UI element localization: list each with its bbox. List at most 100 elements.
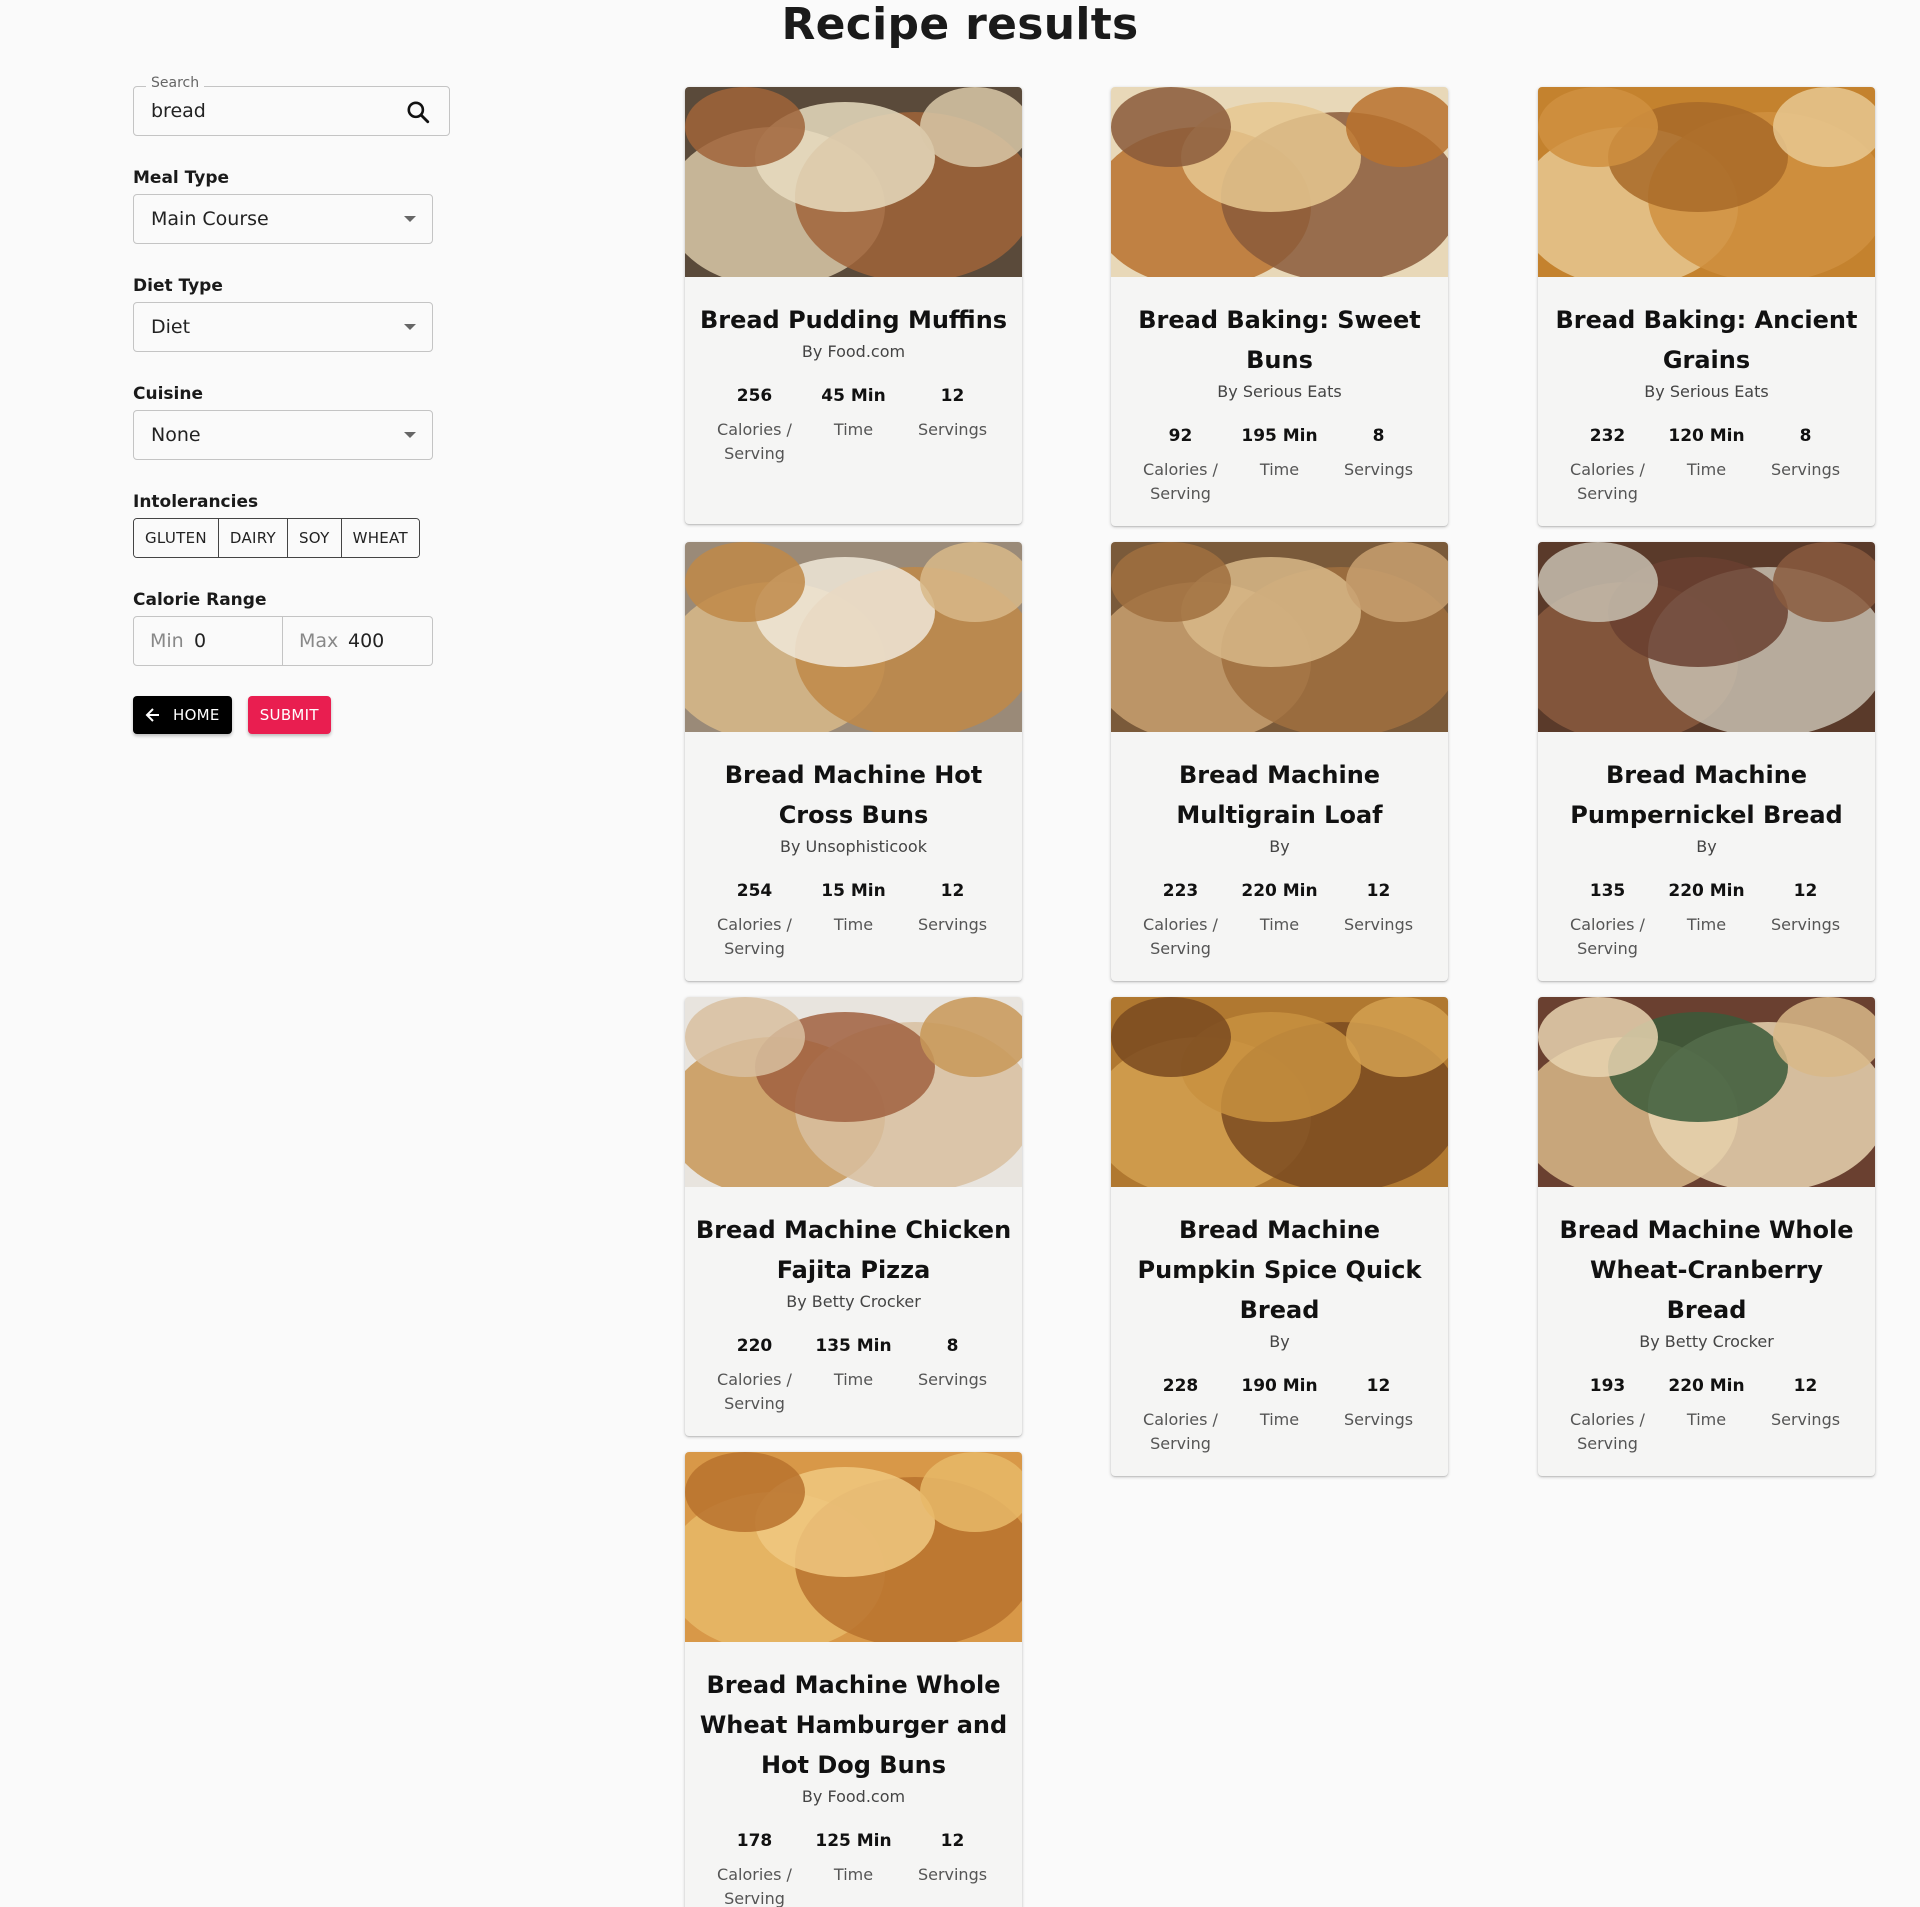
search-input[interactable] <box>146 97 396 125</box>
servings-value: 12 <box>940 386 965 406</box>
servings-stat: 12 Servings <box>908 1831 998 1907</box>
servings-label: Servings <box>1770 460 1841 479</box>
toggle-soy[interactable]: SOY <box>286 519 341 557</box>
calorie-range: Min 0 Max 400 <box>133 616 433 666</box>
servings-stat: 12 Servings <box>1761 881 1851 961</box>
time-value: 190 Min <box>1241 1376 1318 1396</box>
time-label: Time <box>1686 1410 1727 1429</box>
filter-sidebar: Search Meal Type Main Course Diet Type D… <box>133 70 453 734</box>
recipe-title: Bread Baking: Sweet Buns <box>1138 306 1421 374</box>
recipe-source: By <box>1269 1332 1290 1351</box>
recipe-source: By Food.com <box>801 342 906 361</box>
time-value: 45 Min <box>821 386 886 406</box>
time-stat: 195 Min Time <box>1235 426 1325 506</box>
servings-stat: 8 Servings <box>1334 426 1424 506</box>
servings-value: 8 <box>1799 426 1812 446</box>
calories-stat: 135 Calories / Serving <box>1563 881 1653 961</box>
recipe-card-9[interactable]: Bread Machine Whole Wheat-Cranberry Brea… <box>1538 997 1875 1476</box>
recipe-card-3[interactable]: Bread Baking: Ancient Grains By Serious … <box>1538 87 1875 526</box>
servings-value: 8 <box>1372 426 1385 446</box>
home-button-label: HOME <box>173 706 220 724</box>
time-value: 125 Min <box>815 1831 892 1851</box>
servings-label: Servings <box>1343 460 1414 479</box>
diet-type-select[interactable]: Diet <box>133 302 433 352</box>
recipe-card-5[interactable]: Bread Machine Multigrain Loaf By 223 Cal… <box>1111 542 1448 981</box>
calories-label: Calories / Serving <box>1143 915 1218 958</box>
recipe-stats: 220 Calories / Serving 135 Min Time 8 Se… <box>705 1336 1002 1416</box>
recipe-title: Bread Machine Hot Cross Buns <box>724 761 983 829</box>
servings-label: Servings <box>917 915 988 934</box>
servings-label: Servings <box>1343 915 1414 934</box>
time-label: Time <box>833 1865 874 1884</box>
recipe-source: By <box>1696 837 1717 856</box>
recipe-card-2[interactable]: Bread Baking: Sweet Buns By Serious Eats… <box>1111 87 1448 526</box>
search-field[interactable]: Search <box>133 75 450 136</box>
time-label: Time <box>833 1370 874 1389</box>
time-label: Time <box>1259 915 1300 934</box>
recipe-source: By <box>1269 837 1290 856</box>
recipe-card-4[interactable]: Bread Machine Hot Cross Buns By Unsophis… <box>685 542 1022 981</box>
calorie-max-input[interactable]: Max 400 <box>283 616 433 666</box>
recipe-title: Bread Machine Chicken Fajita Pizza <box>695 1216 1012 1284</box>
recipe-source: By Betty Crocker <box>1639 1332 1774 1351</box>
recipe-stats: 228 Calories / Serving 190 Min Time 12 S… <box>1131 1376 1428 1456</box>
servings-value: 12 <box>940 1831 965 1851</box>
servings-stat: 8 Servings <box>908 1336 998 1416</box>
time-stat: 190 Min Time <box>1235 1376 1325 1456</box>
time-label: Time <box>833 420 874 439</box>
recipe-stats: 254 Calories / Serving 15 Min Time 12 Se… <box>705 881 1002 961</box>
cuisine-select[interactable]: None <box>133 410 433 460</box>
calories-value: 256 <box>736 386 773 406</box>
calories-label: Calories / Serving <box>1143 1410 1218 1453</box>
servings-stat: 12 Servings <box>1334 1376 1424 1456</box>
recipe-image <box>685 87 1022 277</box>
servings-label: Servings <box>1770 1410 1841 1429</box>
recipe-image <box>685 997 1022 1187</box>
recipe-card-8[interactable]: Bread Machine Pumpkin Spice Quick Bread … <box>1111 997 1448 1476</box>
toggle-gluten[interactable]: GLUTEN <box>134 519 218 557</box>
recipe-stats: 232 Calories / Serving 120 Min Time 8 Se… <box>1558 426 1855 506</box>
recipe-card-6[interactable]: Bread Machine Pumpernickel Bread By 135 … <box>1538 542 1875 981</box>
toggle-wheat[interactable]: WHEAT <box>340 519 419 557</box>
calories-label: Calories / Serving <box>1570 915 1645 958</box>
recipe-card-7[interactable]: Bread Machine Chicken Fajita Pizza By Be… <box>685 997 1022 1436</box>
servings-value: 8 <box>946 1336 959 1356</box>
servings-stat: 12 Servings <box>908 881 998 961</box>
calories-label: Calories / Serving <box>1570 1410 1645 1453</box>
servings-stat: 12 Servings <box>1761 1376 1851 1456</box>
home-button[interactable]: HOME <box>133 696 232 734</box>
calories-stat: 193 Calories / Serving <box>1563 1376 1653 1456</box>
servings-label: Servings <box>917 420 988 439</box>
time-stat: 220 Min Time <box>1235 881 1325 961</box>
time-label: Time <box>1686 915 1727 934</box>
recipe-source: By Serious Eats <box>1217 382 1342 401</box>
calories-value: 223 <box>1162 881 1199 901</box>
recipe-source: By Betty Crocker <box>786 1292 921 1311</box>
recipe-image <box>1538 542 1875 732</box>
servings-label: Servings <box>917 1370 988 1389</box>
calories-value: 228 <box>1162 1376 1199 1396</box>
calorie-range-label: Calorie Range <box>133 590 267 610</box>
time-stat: 135 Min Time <box>809 1336 899 1416</box>
submit-button[interactable]: SUBMIT <box>247 696 331 734</box>
recipe-image <box>1111 542 1448 732</box>
servings-stat: 8 Servings <box>1761 426 1851 506</box>
calories-label: Calories / Serving <box>717 1865 792 1907</box>
recipe-source: By Unsophisticook <box>780 837 927 856</box>
meal-type-select[interactable]: Main Course <box>133 194 433 244</box>
recipe-title: Bread Baking: Ancient Grains <box>1555 306 1858 374</box>
calorie-min-input[interactable]: Min 0 <box>133 616 283 666</box>
intolerances-label: Intolerancies <box>133 492 259 512</box>
time-stat: 220 Min Time <box>1662 881 1752 961</box>
search-icon[interactable] <box>405 99 431 125</box>
servings-stat: 12 Servings <box>1334 881 1424 961</box>
toggle-dairy[interactable]: DAIRY <box>217 519 287 557</box>
recipe-card-1[interactable]: Bread Pudding Muffins By Food.com 256 Ca… <box>685 87 1022 524</box>
search-legend: Search <box>146 75 205 91</box>
recipe-card-10[interactable]: Bread Machine Whole Wheat Hamburger and … <box>685 1452 1022 1907</box>
recipe-image <box>1111 997 1448 1187</box>
time-value: 15 Min <box>821 881 886 901</box>
calories-stat: 220 Calories / Serving <box>710 1336 800 1416</box>
cuisine-label: Cuisine <box>133 384 203 404</box>
time-label: Time <box>1259 1410 1300 1429</box>
